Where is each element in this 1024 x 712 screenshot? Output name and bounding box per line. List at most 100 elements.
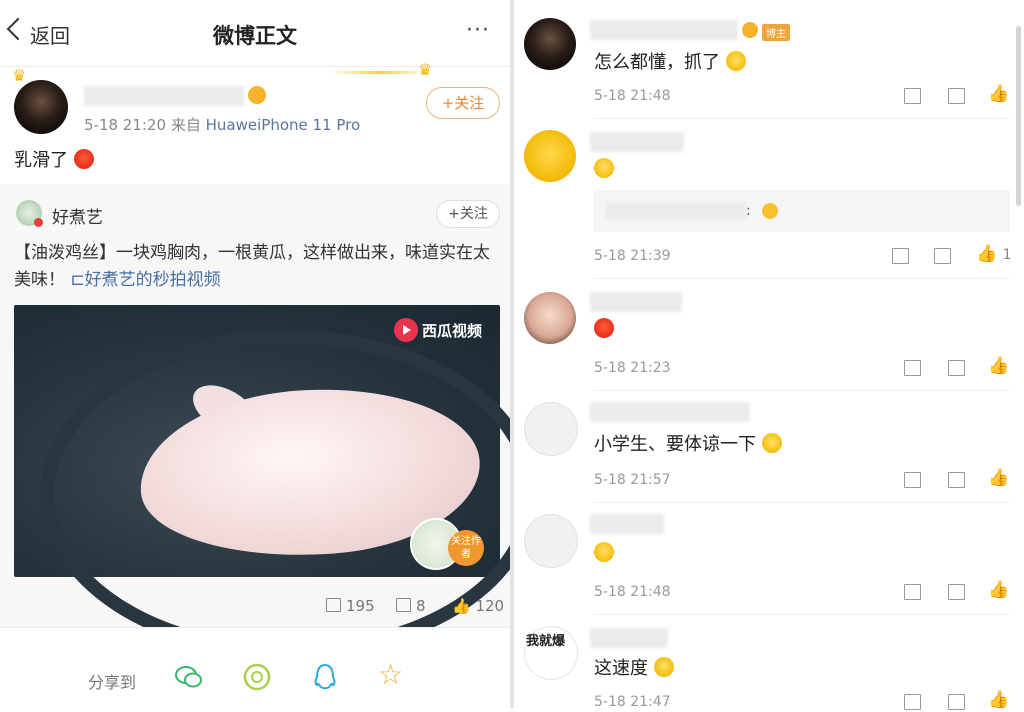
grin-emoji-icon — [594, 542, 614, 562]
member-badge-icon — [248, 86, 266, 104]
author-badge: 博主 — [762, 24, 790, 41]
commenter-name-redacted[interactable] — [590, 20, 738, 40]
thumbs-up-icon: 👍 — [976, 244, 998, 264]
more-options-icon[interactable]: ··· — [466, 18, 490, 43]
live-dot-icon — [34, 218, 43, 227]
comment-avatar[interactable] — [524, 402, 578, 456]
smirk-emoji-icon — [594, 158, 614, 178]
avatar-text: 我就爆 — [526, 634, 566, 649]
moments-icon[interactable] — [242, 663, 272, 691]
crown-decoration-icon: ♛ — [418, 60, 433, 79]
post-author-name-redacted[interactable] — [84, 86, 244, 106]
comment-icon — [396, 598, 411, 612]
video-link[interactable]: ⊏好煮艺的秒拍视频 — [70, 270, 220, 290]
repost-icon — [904, 360, 921, 376]
comment-like-button[interactable]: 👍 — [988, 580, 1009, 600]
comment-repost-button[interactable] — [904, 88, 921, 106]
like-count[interactable]: 👍 120 — [452, 597, 504, 615]
crown-icon: ♛ — [12, 66, 27, 85]
share-label: 分享到 — [88, 673, 137, 692]
star-icon[interactable]: ☆ — [378, 658, 408, 691]
thumbs-up-icon: 👍 — [452, 597, 471, 615]
decorative-line — [330, 71, 430, 74]
comment-time: 5-18 21:48 — [594, 88, 671, 104]
comment-time: 5-18 21:57 — [594, 472, 671, 488]
comment-repost-button[interactable] — [904, 694, 921, 712]
quoted-comment-redacted — [606, 202, 746, 220]
comment-text: 小学生、要体谅一下 — [594, 430, 782, 456]
smirk-emoji-icon — [725, 51, 746, 71]
comment-repost-button[interactable] — [904, 360, 921, 378]
comment-like-button[interactable]: 👍 — [988, 690, 1009, 710]
comment-reply-button[interactable] — [948, 360, 965, 378]
post-source[interactable]: HuaweiPhone 11 Pro — [206, 116, 361, 134]
original-post-text: 【油泼鸡丝】一块鸡胸肉，一根黄瓜，这样做出来，味道实在太美味！ ⊏好煮艺的秒拍视… — [14, 240, 502, 294]
video-follow-author-button[interactable]: 关注作者 — [448, 530, 484, 566]
commenter-name-redacted[interactable] — [590, 292, 682, 312]
repost-icon — [904, 472, 921, 488]
comment-repost-button[interactable] — [904, 472, 921, 490]
comment-reply-button[interactable] — [948, 88, 965, 106]
comment-like-button[interactable]: 👍 — [988, 84, 1009, 104]
comment-time: 5-18 21:23 — [594, 360, 671, 376]
repost-icon — [326, 598, 341, 612]
member-badge-icon — [742, 22, 758, 38]
comment-avatar[interactable] — [524, 130, 576, 182]
comment-avatar[interactable] — [524, 514, 578, 568]
follow-button[interactable]: +关注 — [426, 87, 500, 119]
comment-separator — [594, 118, 1010, 119]
comment-reply-button[interactable] — [934, 248, 951, 266]
like-count-value: 120 — [475, 597, 505, 615]
comment-separator — [594, 390, 1010, 391]
commenter-name-redacted[interactable] — [590, 514, 664, 534]
play-icon — [403, 325, 411, 335]
source-prefix: 来自 — [170, 116, 201, 134]
qq-icon[interactable] — [310, 663, 340, 691]
comment-like-count: 1 — [1002, 247, 1012, 263]
wechat-icon[interactable] — [174, 663, 204, 691]
post-panel: 返回 微博正文 ··· ♛ ♛ 5-18 21:20 来自 HuaweiPhon… — [0, 0, 510, 708]
reply-icon — [934, 248, 951, 264]
video-link-label: 好煮艺的秒拍视频 — [84, 270, 221, 290]
comment-reply-button[interactable] — [948, 584, 965, 602]
post-time: 5-18 21:20 — [84, 116, 167, 134]
follow-original-author-button[interactable]: +关注 — [436, 200, 500, 228]
comment-text — [594, 158, 614, 180]
comment-text-content: 小学生、要体谅一下 — [594, 434, 756, 455]
comment-separator — [594, 614, 1010, 615]
comment-text-content: 这速度 — [594, 658, 648, 679]
comment-time: 5-18 21:39 — [594, 248, 671, 264]
doge-emoji-icon — [653, 657, 674, 677]
video-watermark: 西瓜视频 — [422, 322, 483, 340]
comment-count[interactable]: 8 — [396, 597, 426, 615]
reply-icon — [948, 88, 965, 104]
post-author-avatar[interactable] — [14, 80, 68, 134]
thumbs-up-icon: 👍 — [988, 690, 1010, 710]
comment-like-button[interactable]: 👍 1 — [976, 244, 1012, 264]
repost-count-value: 195 — [346, 597, 375, 615]
comment-count-value: 8 — [416, 597, 426, 615]
repost-icon — [904, 88, 921, 104]
comment-repost-button[interactable] — [904, 584, 921, 602]
commenter-name-redacted[interactable] — [590, 628, 668, 648]
comment-reply-button[interactable] — [948, 694, 965, 712]
angry-emoji-icon — [594, 318, 614, 338]
comment-time: 5-18 21:48 — [594, 584, 671, 600]
comment-avatar[interactable] — [524, 292, 576, 344]
original-author-name[interactable]: 好煮艺 — [52, 203, 103, 228]
scrollbar[interactable] — [1016, 26, 1021, 206]
commenter-name-redacted[interactable] — [590, 402, 750, 422]
comment-like-button[interactable]: 👍 — [988, 356, 1009, 376]
comment-text: 怎么都懂，抓了 — [594, 48, 746, 74]
comment-repost-button[interactable] — [892, 248, 909, 266]
comment-avatar[interactable] — [524, 18, 576, 70]
thumbs-up-icon: 👍 — [988, 580, 1010, 600]
repost-count[interactable]: 195 — [326, 597, 375, 615]
comment-text — [594, 318, 614, 340]
thumbs-up-icon: 👍 — [988, 356, 1010, 376]
smirk-emoji-icon — [762, 203, 778, 219]
comment-like-button[interactable]: 👍 — [988, 468, 1009, 488]
glasses-emoji-icon — [761, 433, 782, 453]
comment-reply-button[interactable] — [948, 472, 965, 490]
commenter-name-redacted[interactable] — [590, 132, 684, 152]
